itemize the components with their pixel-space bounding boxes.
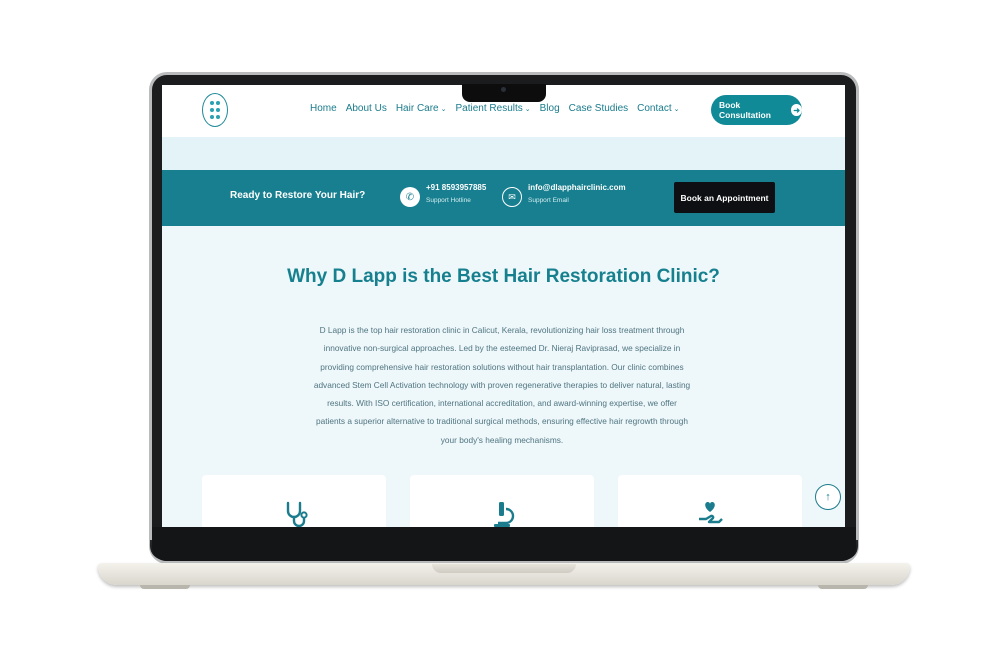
infobar-tagline: Ready to Restore Your Hair? bbox=[230, 190, 366, 201]
support-phone[interactable]: ✆ +91 8593957885 Support Hotline bbox=[400, 183, 486, 207]
laptop-foot-left bbox=[140, 585, 190, 589]
clinic-logo[interactable] bbox=[202, 93, 228, 127]
nav-blog[interactable]: Blog bbox=[540, 103, 560, 114]
phone-number: +91 8593957885 bbox=[426, 183, 487, 192]
stethoscope-icon bbox=[286, 501, 308, 527]
email-address: info@dlapphairclinic.com bbox=[528, 183, 626, 192]
chevron-down-icon: ⌄ bbox=[524, 106, 531, 113]
email-caption: Support Email bbox=[528, 197, 569, 204]
hand-heart-icon bbox=[699, 502, 723, 524]
feature-card bbox=[618, 475, 802, 527]
phone-icon: ✆ bbox=[400, 187, 420, 207]
nav-about-us[interactable]: About Us bbox=[346, 103, 387, 114]
nav-case-studies[interactable]: Case Studies bbox=[569, 103, 628, 114]
nav-contact[interactable]: Contact ⌄ bbox=[637, 103, 679, 114]
arrow-up-icon: ↑ bbox=[825, 491, 831, 503]
laptop-mockup: Home About Us Hair Care ⌄ Patient Results… bbox=[0, 0, 1000, 666]
laptop-base-notch bbox=[432, 564, 576, 573]
section-paragraph: D Lapp is the top hair restoration clini… bbox=[313, 325, 691, 445]
nav-patient-results[interactable]: Patient Results ⌄ bbox=[456, 103, 531, 114]
microscope-icon bbox=[494, 502, 515, 527]
arrow-right-icon: ➜ bbox=[791, 104, 802, 116]
nav-hair-care[interactable]: Hair Care ⌄ bbox=[396, 103, 447, 114]
chevron-down-icon: ⌄ bbox=[440, 106, 447, 113]
section-headline: Why D Lapp is the Best Hair Restoration … bbox=[287, 266, 720, 287]
laptop-foot-right bbox=[818, 585, 868, 589]
scroll-to-top-button[interactable]: ↑ bbox=[815, 484, 841, 510]
support-email[interactable]: ✉ info@dlapphairclinic.com Support Email bbox=[502, 183, 626, 207]
laptop-chin bbox=[152, 527, 856, 561]
mail-icon: ✉ bbox=[502, 187, 522, 207]
camera-icon bbox=[501, 87, 506, 92]
feature-card bbox=[410, 475, 594, 527]
feature-card bbox=[202, 475, 386, 527]
website-screen: Home About Us Hair Care ⌄ Patient Results… bbox=[162, 85, 845, 527]
phone-caption: Support Hotline bbox=[426, 197, 471, 204]
nav-links: Home About Us Hair Care ⌄ Patient Results… bbox=[310, 103, 679, 114]
nav-home[interactable]: Home bbox=[310, 103, 337, 114]
book-appointment-button[interactable]: Book an Appointment bbox=[674, 182, 775, 213]
contact-info-bar: Ready to Restore Your Hair? ✆ +91 859395… bbox=[162, 170, 845, 226]
chevron-down-icon: ⌄ bbox=[673, 106, 680, 113]
hero-band bbox=[162, 137, 845, 170]
book-consultation-button[interactable]: Book Consultation ➜ bbox=[711, 95, 802, 125]
